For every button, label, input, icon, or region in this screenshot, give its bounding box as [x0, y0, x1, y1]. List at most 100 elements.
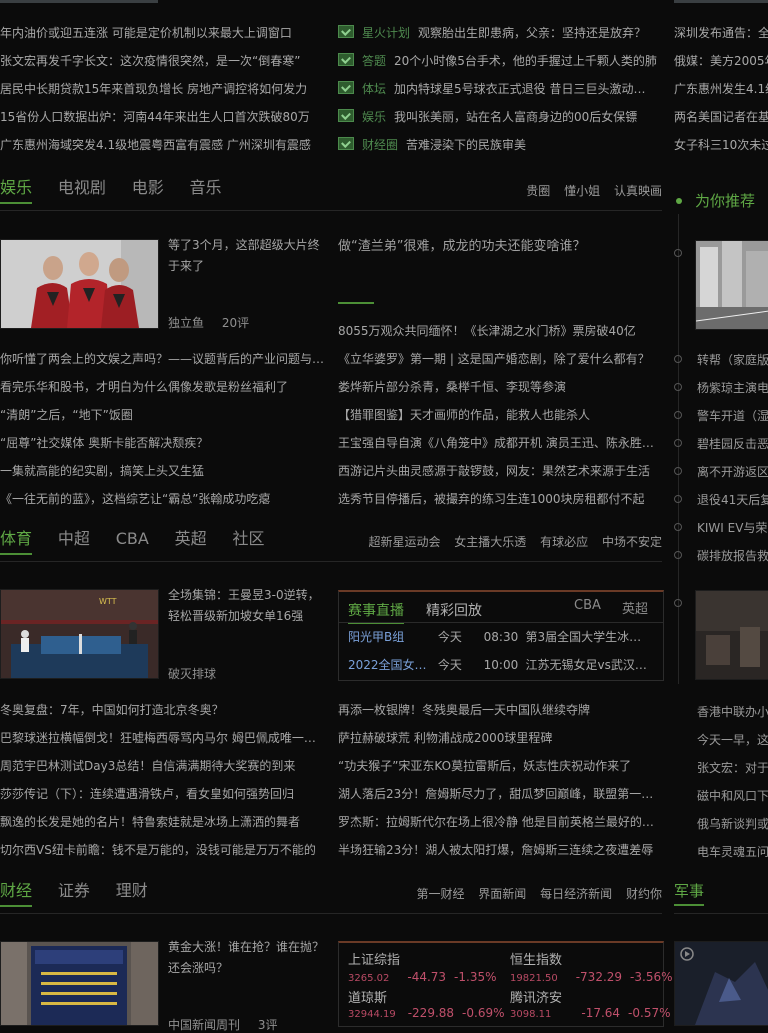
sidebar-item[interactable]: 今天一早，这 — [697, 731, 768, 748]
sidebar-item[interactable]: 警车开道（湿 — [697, 407, 768, 424]
tab-community[interactable]: 社区 — [232, 527, 264, 551]
tab-live-epl[interactable]: 英超 — [622, 598, 648, 617]
tab-cba[interactable]: CBA — [116, 527, 149, 551]
link-caiyueni[interactable]: 财约你 — [626, 887, 662, 901]
sidebar-item[interactable]: 杨紫琼主演电 — [697, 379, 768, 396]
news-link[interactable]: 年内油价或迎五连涨 可能是定价机制以来最大上调窗口 — [0, 25, 325, 41]
sidebar-item[interactable]: KIWI EV与荣 — [697, 519, 768, 536]
link-zhongchang[interactable]: 中场不安定 — [602, 535, 662, 549]
news-tag[interactable]: 财经圈 — [362, 137, 398, 153]
news-tag[interactable]: 体坛 — [362, 81, 386, 97]
tab-movie[interactable]: 电影 — [132, 176, 164, 200]
news-tag[interactable]: 答题 — [362, 53, 386, 69]
list-item[interactable]: 西游记片头曲灵感源于敲锣鼓，网友：果然艺术来源于生活 — [338, 462, 662, 479]
list-item[interactable]: “功夫猴子”宋亚东KO莫拉雷斯后，妖志性庆祝动作来了 — [338, 757, 662, 774]
tagged-news-item[interactable]: 体坛 加内特球星5号球衣正式退役 昔日三巨头激动… — [338, 81, 663, 97]
link-supernova[interactable]: 超新星运动会 — [368, 535, 440, 549]
list-item[interactable]: “屈尊”社交媒体 奥斯卡能否解决颓疾？ — [0, 434, 325, 451]
link-lottery[interactable]: 女主播大乐透 — [454, 535, 526, 549]
link-renzhen[interactable]: 认真映画 — [614, 184, 662, 198]
tab-csl[interactable]: 中超 — [58, 527, 90, 551]
tab-finance[interactable]: 财经 — [0, 879, 33, 907]
list-item[interactable]: 《立华婆罗》第一期 | 这是国产婚恋剧，除了爱什么都有？ — [338, 350, 662, 367]
list-item[interactable]: 你听懂了两会上的文娱之声吗？——议题背后的产业问题与… — [0, 350, 325, 367]
tab-live-cba[interactable]: CBA — [574, 598, 601, 613]
tagged-news-item[interactable]: 财经圈 苦难浸染下的民族审美 — [338, 137, 663, 153]
news-link[interactable]: 深圳发布通告：全 — [674, 25, 768, 41]
link-dongxiaojie[interactable]: 懂小姐 — [564, 184, 600, 198]
sidebar-item[interactable]: 电车灵魂五问 — [697, 843, 768, 860]
news-link[interactable]: 张文宏再发千字长文：这次疫情很突然，是一次“倒春寒” — [0, 53, 325, 69]
tab-tv[interactable]: 电视剧 — [58, 176, 106, 200]
sports-feature-thumbnail[interactable]: WTT — [0, 589, 159, 679]
tab-sports[interactable]: 体育 — [0, 527, 33, 555]
tab-music[interactable]: 音乐 — [190, 176, 222, 200]
list-item[interactable]: 再添一枚银牌！冬残奥最后一天中国队继续夺牌 — [338, 701, 662, 718]
tagged-news-item[interactable]: 星火计划 观察胎出生即患病，父亲：坚持还是放弃？ — [338, 25, 663, 41]
news-link[interactable]: 俄媒：美方2005年 — [674, 53, 768, 69]
link-guiquan[interactable]: 贵圈 — [526, 184, 550, 198]
finance-feature-comments[interactable]: 3评 — [258, 1018, 278, 1032]
sidebar-item[interactable]: 转帮（家庭版 — [697, 351, 768, 368]
news-link[interactable]: 女子科三10次未过 — [674, 137, 768, 153]
sidebar-item[interactable]: 磁中和风口下 — [697, 787, 768, 804]
news-link[interactable]: 广东惠州海域突发4.1级地震粤西富有震感 广州深圳有震感 — [0, 137, 325, 153]
sports-feature-title[interactable]: 全场集锦：王曼昱3-0逆转，轻松晋级新加坡女单16强 — [168, 585, 328, 627]
ent-feature-title[interactable]: 等了3个月，这部超级大片终于来了 — [168, 235, 323, 277]
list-item[interactable]: 湖人落后23分！詹姆斯尽力了，甜瓜梦回巅峰，联盟第一太狠 — [338, 785, 662, 802]
finance-feature-title[interactable]: 黄金大涨！谁在抢？谁在抛？还会涨吗？ — [168, 937, 326, 979]
ent-big-headline[interactable]: 做“渣兰弟”很难，成龙的功夫还能变啥谁？ — [338, 236, 662, 257]
tab-replay[interactable]: 精彩回放 — [426, 600, 482, 620]
sports-feature-source[interactable]: 破灭排球 — [168, 665, 216, 682]
news-tag[interactable]: 星火计划 — [362, 25, 410, 41]
tagged-news-item[interactable]: 答题 20个小时像5台手术，他的手握过上千颗人类的肺 — [338, 53, 663, 69]
list-item[interactable]: 8055万观众共同缅怀！《长津湖之水门桥》票房破40亿 — [338, 322, 662, 339]
live-match-row[interactable]: 阳光甲B组 今天 08:30 第3届全国大学生冰… — [348, 628, 641, 645]
news-link[interactable]: 15省份人口数据出炉：河南44年来出生人口首次跌破80万 — [0, 109, 325, 125]
finance-feature-source[interactable]: 中国新闻周刊 — [168, 1018, 240, 1032]
news-link[interactable]: 两名美国记者在基 — [674, 109, 768, 125]
tab-military[interactable]: 军事 — [674, 880, 705, 906]
list-item[interactable]: 娄烨新片部分杀青，桑榉千恒、李现等参演 — [338, 378, 662, 395]
military-thumbnail[interactable] — [674, 941, 768, 1026]
sidebar-item[interactable]: 退役41天后复 — [697, 491, 768, 508]
tagged-news-item[interactable]: 娱乐 我叫张美丽，站在名人富商身边的00后女保镖 — [338, 109, 663, 125]
list-item[interactable]: 周范宇巴林测试Day3总结！自信满满期待大奖赛的到来 — [0, 757, 325, 774]
news-link[interactable]: 广东惠州发生4.1级 — [674, 81, 768, 97]
news-tag[interactable]: 娱乐 — [362, 109, 386, 125]
list-item[interactable]: 萨拉赫破球荒 利物浦战成2000球里程碑 — [338, 729, 662, 746]
tab-wealth[interactable]: 理财 — [116, 879, 148, 903]
list-item[interactable]: 切尔西VS纽卡前瞻：钱不是万能的，没钱可能是万万不能的 — [0, 841, 325, 858]
sidebar-thumbnail-2[interactable] — [695, 590, 768, 680]
list-item[interactable]: 《一往无前的蓝》，这档综艺让“霸总”张翰成功吃瘪 — [0, 490, 325, 507]
list-item[interactable]: 选秀节目停播后，被撮弃的练习生连1000块房租都付不起 — [338, 490, 662, 507]
news-link[interactable]: 居民中长期贷款15年来首现负增长 房地产调控将如何发力 — [0, 81, 325, 97]
sidebar-item[interactable]: 碧桂园反击恶 — [697, 435, 768, 452]
list-item[interactable]: 巴黎球迷拉横幅倒戈！狂嘘梅西辱骂内马尔 姆巴佩成唯一… — [0, 729, 325, 746]
sidebar-item[interactable]: 俄乌新谈判或 — [697, 815, 768, 832]
link-qiu[interactable]: 有球必应 — [540, 535, 588, 549]
tab-live[interactable]: 赛事直播 — [348, 600, 404, 624]
live-match-row[interactable]: 2022全国女… 今天 10:00 江苏无锡女足vs武汉… — [348, 656, 647, 673]
list-item[interactable]: 王宝强自导自演《八角笼中》成都开机 演员王迅、陈永胜… — [338, 434, 662, 451]
tab-securities[interactable]: 证券 — [58, 879, 90, 903]
tab-epl[interactable]: 英超 — [175, 527, 207, 551]
list-item[interactable]: 莎莎传记（下）：连续遭遇滑铁卢，看女皇如何强势回归 — [0, 785, 325, 802]
ent-feature-comments[interactable]: 20评 — [222, 316, 249, 330]
tab-ent[interactable]: 娱乐 — [0, 176, 33, 204]
sidebar-item[interactable]: 张文宏：对于 — [697, 759, 768, 776]
list-item[interactable]: 冬奥复盘：7年，中国如何打造北京冬奥？ — [0, 701, 325, 718]
list-item[interactable]: 看完乐华和股书，才明白为什么偶像发歌是粉丝福利了 — [0, 378, 325, 395]
sidebar-thumbnail[interactable] — [695, 240, 768, 330]
sidebar-item[interactable]: 碳排放报告救 — [697, 547, 768, 564]
ent-feature-source[interactable]: 独立鱼 — [168, 316, 204, 330]
list-item[interactable]: 【猎罪图鉴】天才画师的作品，能救人也能杀人 — [338, 406, 662, 423]
finance-feature-thumbnail[interactable] — [0, 941, 159, 1026]
link-nbd[interactable]: 每日经济新闻 — [540, 887, 612, 901]
list-item[interactable]: 半场狂输23分！湖人被太阳打爆，詹姆斯三连续之夜遭差辱 — [338, 841, 662, 858]
link-jiemian[interactable]: 界面新闻 — [478, 887, 526, 901]
sidebar-item[interactable]: 离不开游返区 — [697, 463, 768, 480]
link-yicai[interactable]: 第一财经 — [416, 887, 464, 901]
list-item[interactable]: 罗杰斯：拉姆斯代尔在场上很冷静 他是目前英格兰最好的… — [338, 813, 662, 830]
sidebar-item[interactable]: 香港中联办小 — [697, 703, 768, 720]
